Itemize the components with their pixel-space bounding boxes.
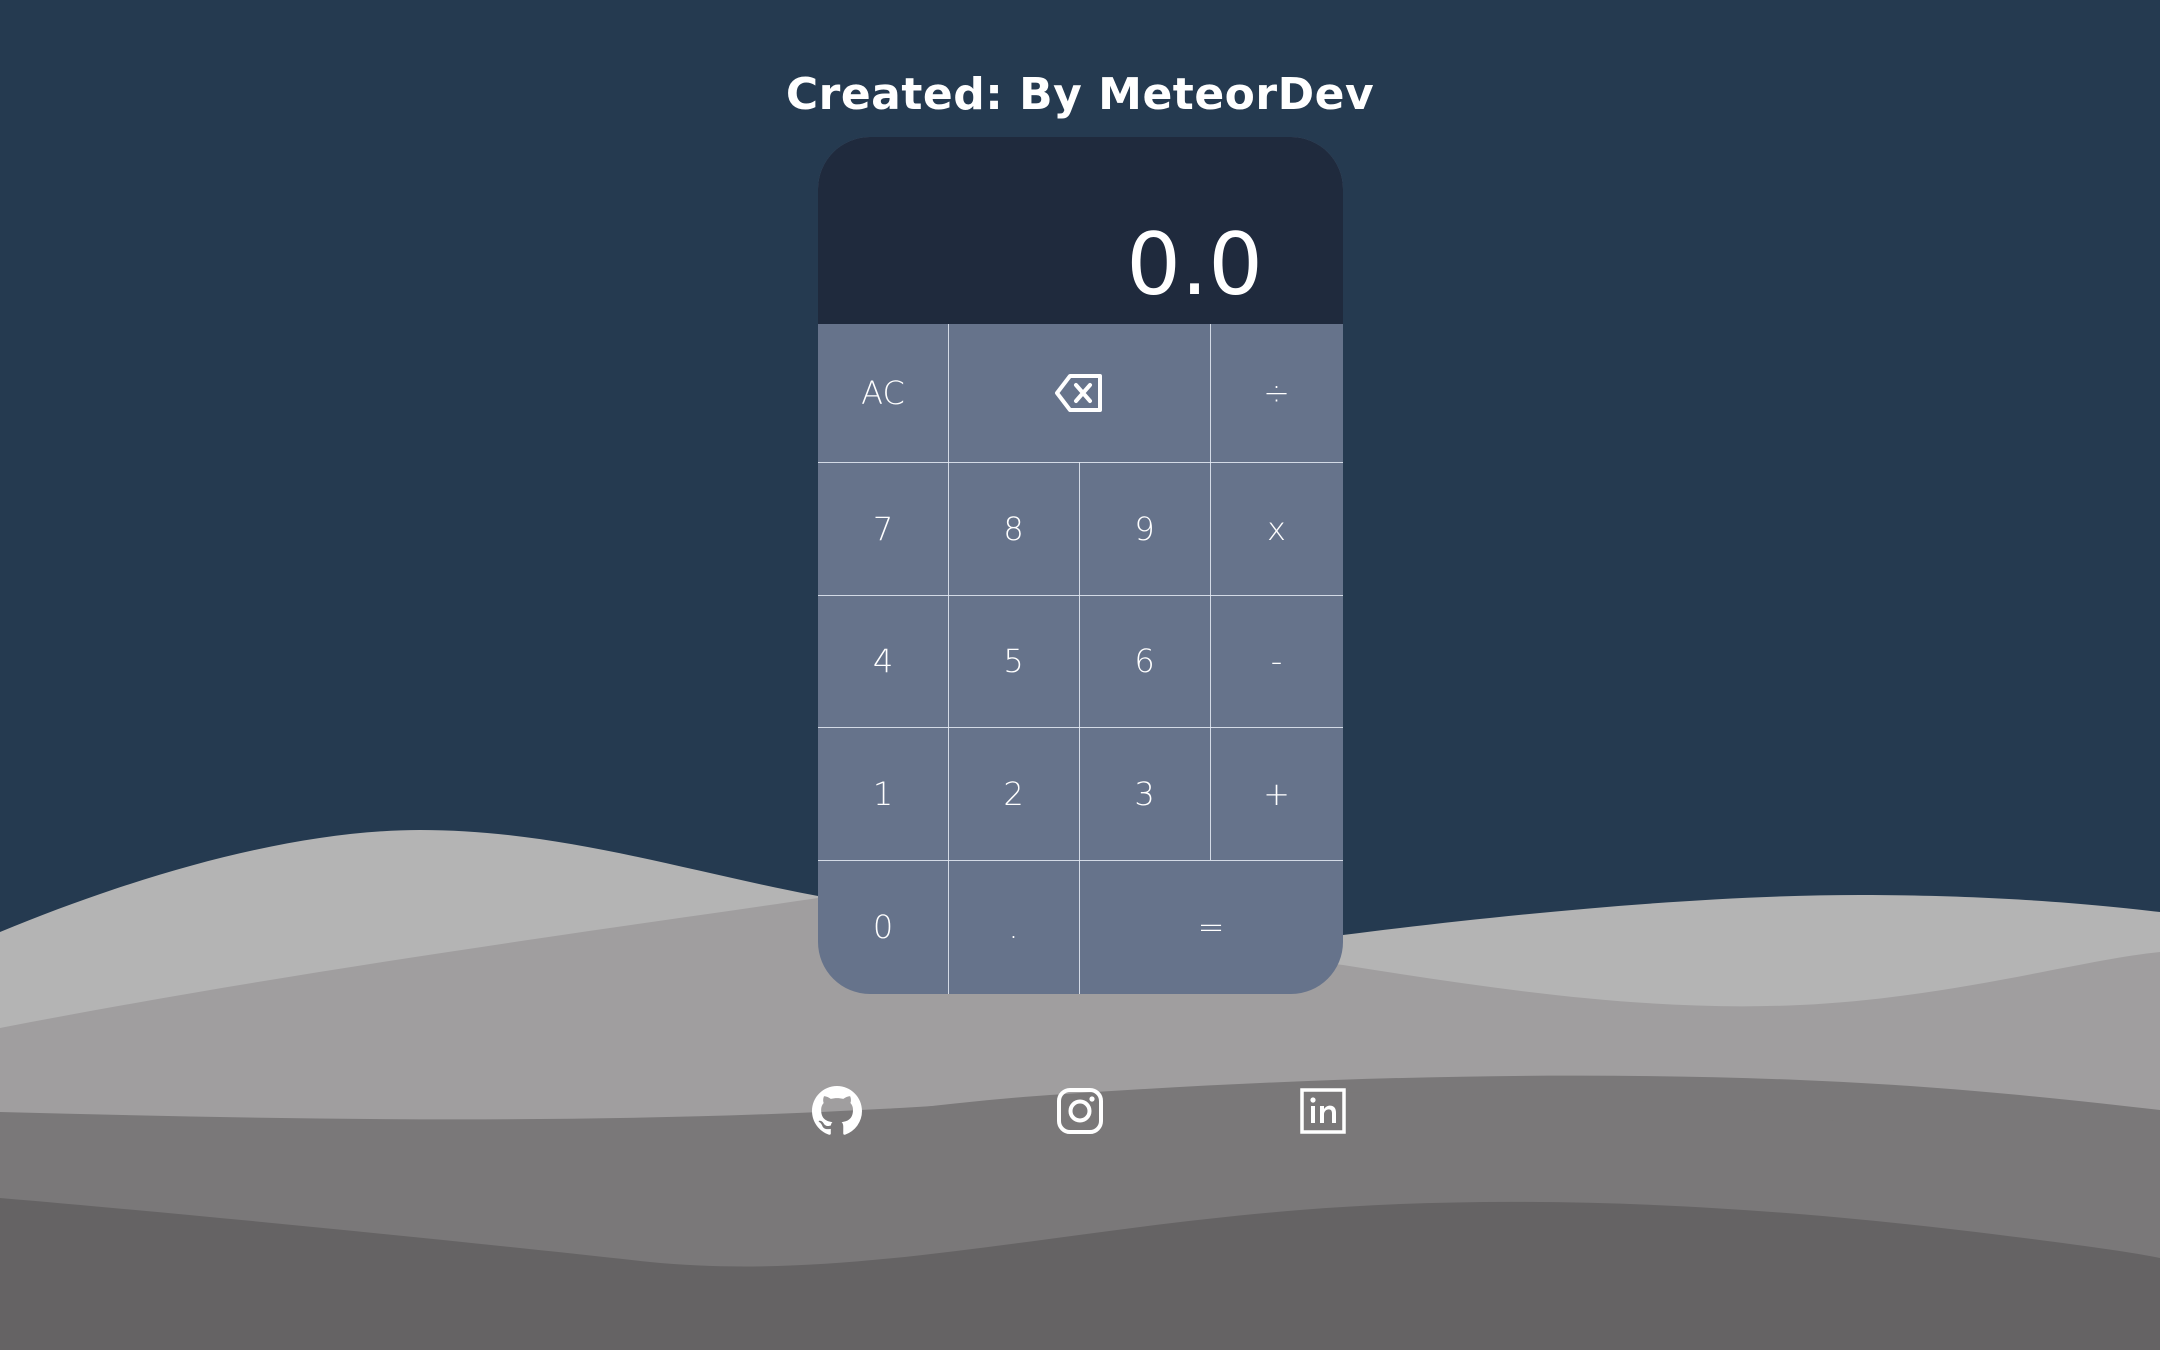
instagram-link[interactable] [1052,1085,1108,1141]
digit-6-button[interactable]: 6 [1079,595,1210,727]
add-button[interactable]: + [1210,727,1343,860]
digit-1-button[interactable]: 1 [818,727,948,860]
grid-divider [818,727,1343,728]
subtract-button[interactable]: - [1210,595,1343,727]
digit-8-button[interactable]: 8 [948,462,1079,595]
backspace-button[interactable] [948,324,1210,462]
multiply-button[interactable]: x [1210,462,1343,595]
grid-divider [1079,462,1080,994]
backspace-icon [1054,373,1104,413]
grid-divider [818,595,1343,596]
page: Created: By MeteorDev 0.0 AC ÷ 7 8 9 x 4… [0,0,2160,1350]
github-icon [812,1086,862,1140]
grid-divider [818,462,1343,463]
digit-3-button[interactable]: 3 [1079,727,1210,860]
linkedin-link[interactable] [1295,1085,1351,1141]
divide-button[interactable]: ÷ [1210,324,1343,462]
digit-4-button[interactable]: 4 [818,595,948,727]
page-title: Created: By MeteorDev [785,69,1375,121]
decimal-button[interactable]: . [948,860,1079,994]
linkedin-icon [1300,1088,1346,1138]
calculator: 0.0 AC ÷ 7 8 9 x 4 5 6 - 1 2 3 + 0 . = [818,137,1343,994]
equals-button[interactable]: = [1079,860,1343,994]
grid-divider [818,860,1343,861]
digit-5-button[interactable]: 5 [948,595,1079,727]
github-link[interactable] [809,1085,865,1141]
digit-0-button[interactable]: 0 [818,860,948,994]
display-value: 0.0 [1126,215,1263,315]
digit-9-button[interactable]: 9 [1079,462,1210,595]
grid-divider [1210,324,1211,860]
calculator-display: 0.0 [818,137,1343,324]
clear-button[interactable]: AC [818,324,948,462]
instagram-icon [1056,1087,1104,1139]
digit-2-button[interactable]: 2 [948,727,1079,860]
digit-7-button[interactable]: 7 [818,462,948,595]
keypad: AC ÷ 7 8 9 x 4 5 6 - 1 2 3 + 0 . = [818,324,1343,994]
grid-divider [948,324,949,994]
